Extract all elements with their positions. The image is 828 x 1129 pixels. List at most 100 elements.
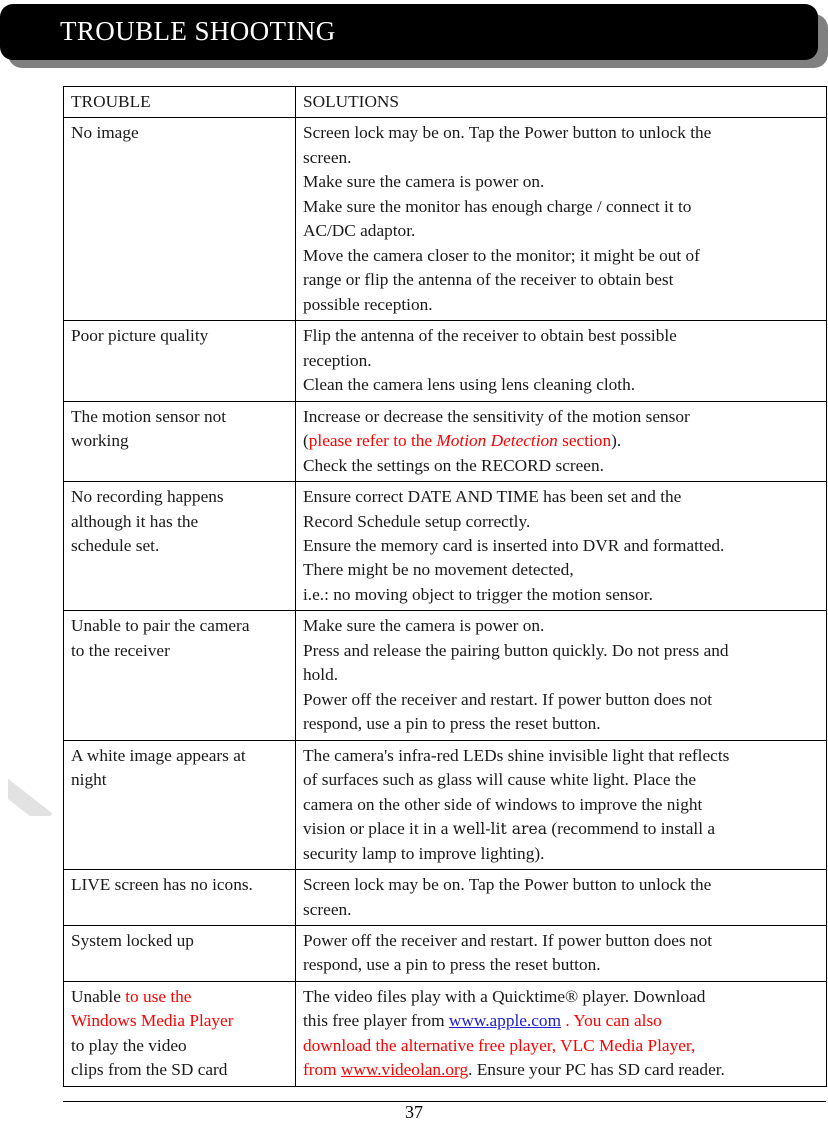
table-row: A white image appears at night The camer… [63,739,827,871]
solution-line: The video files play with a Quicktime® p… [303,986,706,1006]
solution-line: Make sure the camera is power on. [303,172,545,192]
solution-cell: Screen lock may be on. Tap the Power but… [295,869,827,926]
solution-line: Ensure correct DATE AND TIME has been se… [303,487,682,507]
solution-line: The camera's infra-red LEDs shine invisi… [303,745,730,765]
page-number: 37 [405,1102,423,1122]
trouble-cell: System locked up [63,925,296,982]
red-text-b: section [557,431,612,451]
solution-line: There might be no movement detected, [303,560,574,580]
trouble-cell: The motion sensor not working [63,400,296,483]
trouble-cell: No image [63,117,296,322]
solution-line-videolan: from www.videolan.org. Ensure your PC ha… [303,1058,820,1082]
table-row: System locked up Power off the receiver … [63,925,827,982]
trouble-cell: A white image appears at night [63,739,296,871]
trouble-line: working [71,431,129,451]
solution-cell: Ensure correct DATE AND TIME has been se… [295,481,827,612]
trouble-cell: LIVE screen has no icons. [63,869,296,926]
solution-line: AC/DC adaptor. [303,221,416,241]
text-after-welllit: (recommend to install a [547,819,715,839]
solution-line: Flip the antenna of the receiver to obta… [303,326,677,346]
well-lit-area-emphasis: well-lit area [452,820,548,839]
page-title: TROUBLE SHOOTING [60,16,336,46]
solution-cell: The video files play with a Quicktime® p… [295,980,827,1087]
solution-cell: Power off the receiver and restart. If p… [295,925,827,982]
solution-line: Screen lock may be on. Tap the Power but… [303,123,712,143]
solution-line: screen. [303,147,352,167]
column-header-solutions: SOLUTIONS [295,85,827,119]
trouble-line: No image [71,123,139,143]
trouble-line: A white image appears at [71,745,246,765]
trouble-line: Unable to pair the camera [71,616,250,636]
solution-line: i.e.: no moving object to trigger the mo… [303,584,653,604]
solution-line: Clean the camera lens using lens cleanin… [303,375,636,395]
solution-line-motion-detection: (please refer to the Motion Detection se… [303,429,820,453]
solution-line: Screen lock may be on. Tap the Power but… [303,875,712,895]
trouble-cell: Poor picture quality [63,320,296,402]
solution-line: Check the settings on the RECORD screen. [303,455,604,475]
trouble-cell: Unable to pair the camera to the receive… [63,610,296,741]
trouble-line-wmp-1: Unable to use the [71,985,289,1009]
solution-line: camera on the other side of windows to i… [303,794,703,814]
solution-line: Power off the receiver and restart. If p… [303,689,713,709]
trouble-line: No recording happens [71,487,224,507]
solution-line-well-lit: vision or place it in a well-lit area (r… [303,817,820,841]
text-before-welllit: vision or place it in a [303,819,453,839]
trouble-black-prefix: Unable [71,986,126,1006]
table-row: Unable to use the Windows Media Player t… [63,980,827,1087]
solution-line: hold. [303,665,339,685]
table-row: Poor picture quality Flip the antenna of… [63,320,827,402]
solution-line: possible reception. [303,294,433,314]
table-row: The motion sensor not working Increase o… [63,400,827,483]
paren-close: ). [611,431,622,451]
table-row: LIVE screen has no icons. Screen lock ma… [63,869,827,926]
red-text-after-apple-link: . You can also [561,1011,662,1031]
solution-cell: The camera's infra-red LEDs shine invisi… [295,739,827,871]
text-after-videolan-link: . Ensure your PC has SD card reader. [468,1060,725,1080]
table-row: No recording happens although it has the… [63,481,827,612]
solution-cell: Flip the antenna of the receiver to obta… [295,320,827,402]
solution-line: security lamp to improve lighting). [303,843,545,863]
solution-line: Increase or decrease the sensitivity of … [303,406,690,426]
solution-line: Power off the receiver and restart. If p… [303,931,713,950]
trouble-cell: Unable to use the Windows Media Player t… [63,980,296,1087]
videolan-org-link[interactable]: www.videolan.org [341,1060,468,1079]
trouble-line: night [71,770,107,790]
trouble-line: to the receiver [71,640,170,660]
trouble-line: System locked up [71,931,194,950]
solution-line: respond, use a pin to press the reset bu… [303,714,601,734]
solution-line: Make sure the monitor has enough charge … [303,196,692,216]
trouble-line: Poor picture quality [71,326,209,346]
trouble-line-wmp-4: clips from the SD card [71,1060,228,1080]
solution-line: Move the camera closer to the monitor; i… [303,245,700,265]
solution-line: Make sure the camera is power on. [303,616,545,636]
trouble-line: The motion sensor not [71,406,227,426]
table-row: No image Screen lock may be on. Tap the … [63,117,827,322]
apple-com-link[interactable]: www.apple.com [449,1011,561,1030]
trouble-line: LIVE screen has no icons. [71,875,253,895]
table-header-row: TROUBLE SOLUTIONS [63,85,827,119]
solution-line: of surfaces such as glass will cause whi… [303,770,697,790]
solution-line: Ensure the memory card is inserted into … [303,535,725,555]
solution-line: reception. [303,350,372,370]
red-from-prefix: from [303,1060,341,1080]
solution-line: range or flip the antenna of the receive… [303,270,674,290]
trouble-line: schedule set. [71,535,160,555]
solution-line: screen. [303,899,352,919]
solution-line: Record Schedule setup correctly. [303,511,531,531]
solution-line-apple: this free player from www.apple.com . Yo… [303,1009,820,1033]
solution-line: Press and release the pairing button qui… [303,640,729,660]
motion-detection-emphasis: Motion Detection [436,431,558,451]
solution-line: respond, use a pin to press the reset bu… [303,955,601,975]
column-header-trouble: TROUBLE [63,85,296,119]
page-header-banner: TROUBLE SHOOTING [0,4,828,72]
solution-line-vlc: download the alternative free player, VL… [303,1035,696,1055]
trouble-red-text: to use the [125,986,192,1006]
solution-cell: Increase or decrease the sensitivity of … [295,400,827,483]
red-text-a: please refer to the [308,431,437,451]
troubleshooting-table: TROUBLE SOLUTIONS No image Screen lock m… [63,85,827,1087]
solution-cell: Make sure the camera is power on. Press … [295,610,827,741]
solution-cell: Screen lock may be on. Tap the Power but… [295,117,827,322]
trouble-line-wmp-3: to play the video [71,1035,187,1055]
trouble-cell: No recording happens although it has the… [63,481,296,612]
text-before-apple-link: this free player from [303,1011,449,1031]
